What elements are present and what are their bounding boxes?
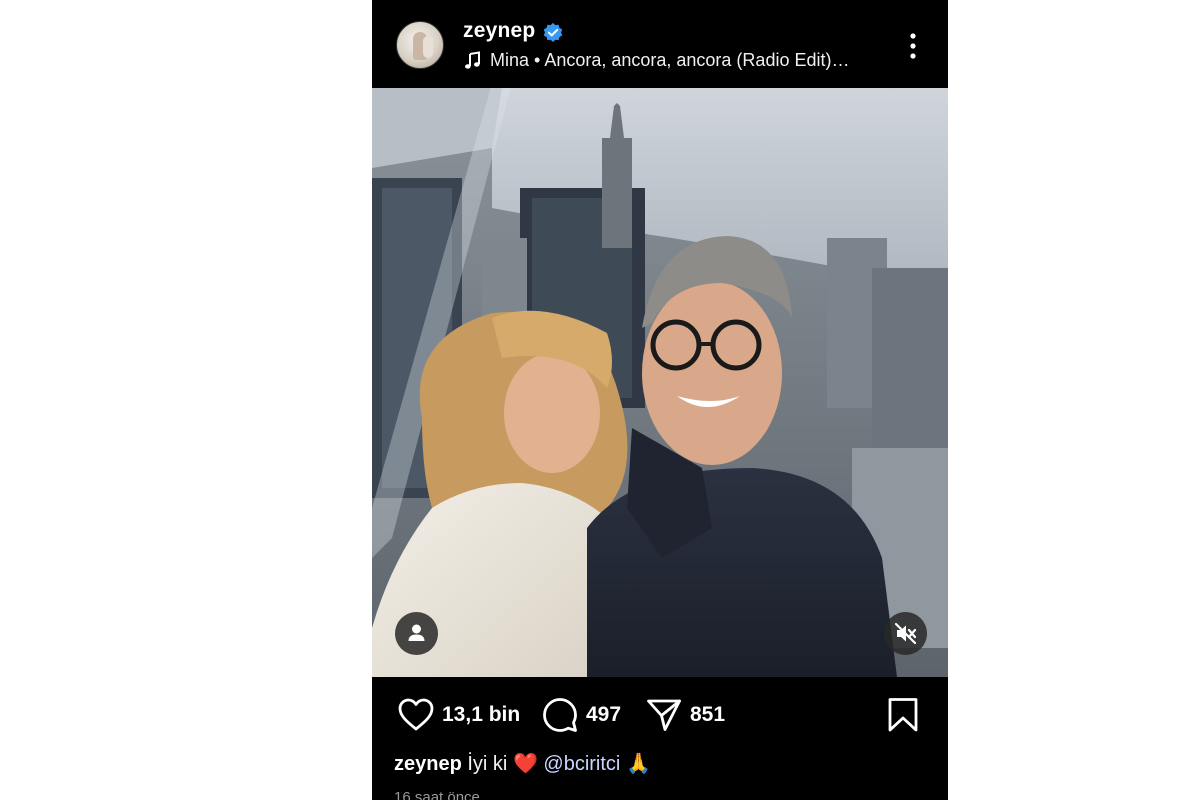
like-count[interactable]: 13,1 bin xyxy=(442,703,520,727)
post-header: zeynep Mina • Ancora, ancora, ancora (Ra… xyxy=(372,0,948,88)
heart-icon[interactable] xyxy=(398,698,434,732)
like-action[interactable]: 13,1 bin xyxy=(398,697,520,733)
verified-badge-icon xyxy=(543,22,563,42)
caption-text: İyi ki xyxy=(467,753,508,775)
music-note-icon xyxy=(465,51,480,69)
caption-username[interactable]: zeynep xyxy=(394,753,462,775)
paper-plane-icon[interactable] xyxy=(646,697,682,733)
mute-toggle-button[interactable] xyxy=(884,612,927,655)
comment-count[interactable]: 497 xyxy=(586,703,621,727)
share-count[interactable]: 851 xyxy=(690,703,725,727)
post-actions: 13,1 bin 497 851 xyxy=(372,677,948,755)
red-heart-emoji: ❤️ xyxy=(512,753,538,775)
post-photo[interactable] xyxy=(372,88,948,677)
post-timestamp: 16 saat önce xyxy=(394,789,480,800)
instagram-post: zeynep Mina • Ancora, ancora, ancora (Ra… xyxy=(372,0,948,800)
speaker-muted-icon xyxy=(894,622,917,645)
comment-icon[interactable] xyxy=(542,697,578,733)
bookmark-icon[interactable] xyxy=(886,697,920,733)
share-action[interactable]: 851 xyxy=(646,697,725,733)
profile-avatar[interactable] xyxy=(396,21,444,69)
comment-action[interactable]: 497 xyxy=(542,697,621,733)
user-tag-icon xyxy=(408,624,425,641)
pray-emoji: 🙏 xyxy=(625,753,651,775)
user-tag-button[interactable] xyxy=(395,612,438,655)
song-title[interactable]: Mina • Ancora, ancora, ancora (Radio Edi… xyxy=(490,50,849,71)
post-username[interactable]: zeynep xyxy=(463,19,535,43)
more-options-icon[interactable] xyxy=(903,32,923,60)
post-caption: zeynep İyi ki ❤️ @bciritci 🙏 xyxy=(394,751,651,776)
avatar-figure-2 xyxy=(423,36,433,58)
photo-city-selfie xyxy=(372,88,948,677)
caption-mention[interactable]: @bciritci xyxy=(543,753,620,775)
